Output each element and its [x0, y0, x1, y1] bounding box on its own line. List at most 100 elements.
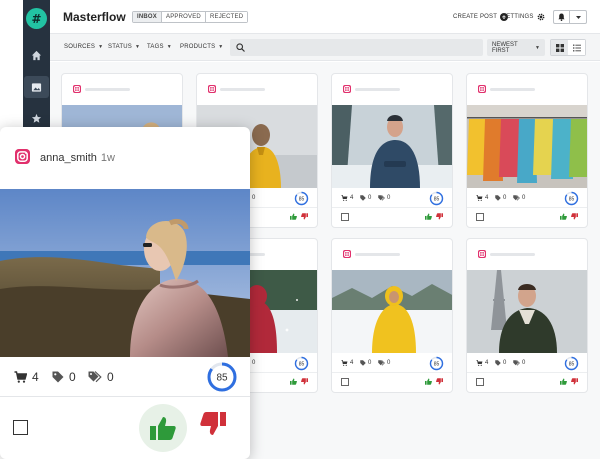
thumbs-up-icon[interactable]: [560, 213, 567, 220]
labels-count[interactable]: 0: [378, 360, 390, 366]
featured-post-header: anna_smith 1w: [0, 127, 250, 189]
filter-sources[interactable]: SOURCES ▼: [64, 44, 103, 50]
tags-icon: [88, 371, 102, 383]
thumbs-up-icon[interactable]: [290, 213, 297, 220]
tags-count[interactable]: 0: [495, 195, 506, 201]
notifications-dropdown[interactable]: [570, 11, 586, 23]
reject-button[interactable]: [200, 412, 226, 436]
score-ring: 85: [429, 356, 444, 371]
thumbs-up-icon[interactable]: [560, 378, 567, 385]
thumbs-up-icon: [150, 417, 176, 440]
score-ring: 85: [564, 356, 579, 371]
products-count[interactable]: 4: [476, 360, 488, 366]
score-ring: 85: [564, 191, 579, 206]
search-input[interactable]: [230, 39, 483, 56]
products-count[interactable]: 4: [476, 195, 488, 201]
post-image[interactable]: [467, 105, 587, 188]
post-card-actions: [467, 373, 587, 392]
labels-count-value: 0: [522, 360, 526, 366]
post-image[interactable]: [332, 270, 452, 353]
sort-select[interactable]: NEWEST FIRST ▼: [487, 39, 545, 56]
tab-rejected[interactable]: REJECTED: [205, 12, 248, 22]
author-placeholder: [220, 88, 265, 91]
post-image[interactable]: [332, 105, 452, 188]
filter-tags[interactable]: TAGS ▼: [147, 44, 172, 50]
products-count[interactable]: 4: [341, 360, 353, 366]
labels-count-value: 0: [252, 195, 256, 201]
list-view-button[interactable]: [568, 40, 585, 55]
labels-count-value: 0: [387, 360, 391, 366]
products-count[interactable]: 4: [14, 370, 39, 384]
products-count-value: 4: [485, 195, 489, 201]
chevron-down-icon: ▼: [134, 44, 141, 50]
thumbs-down-icon[interactable]: [571, 378, 578, 385]
select-checkbox[interactable]: [13, 420, 28, 435]
products-count-value: 4: [350, 360, 354, 366]
tag-icon: [360, 360, 366, 366]
score-value: 85: [216, 373, 228, 384]
products-count[interactable]: 4: [341, 195, 353, 201]
tags-count[interactable]: 0: [360, 195, 371, 201]
filter-status-label: STATUS: [108, 44, 132, 50]
bell-icon: [558, 13, 565, 21]
grid-view-button[interactable]: [551, 40, 568, 55]
score-value: 85: [299, 361, 305, 367]
create-post-button[interactable]: CREATE POST: [453, 13, 509, 21]
featured-post-stats: 4 0 0 85: [0, 357, 250, 397]
select-checkbox[interactable]: [341, 378, 349, 386]
labels-count-value: 0: [522, 195, 526, 201]
labels-count-value: 0: [107, 370, 114, 384]
thumbs-down-icon[interactable]: [436, 378, 443, 385]
tab-inbox[interactable]: INBOX: [133, 12, 163, 22]
thumbs-down-icon[interactable]: [301, 378, 308, 385]
post-card[interactable]: 4 0 0 85: [466, 238, 588, 393]
filter-products[interactable]: PRODUCTS ▼: [180, 44, 223, 50]
tags-count[interactable]: 0: [360, 360, 371, 366]
post-card[interactable]: 4 0 0 85: [331, 73, 453, 228]
tags-count[interactable]: 0: [495, 360, 506, 366]
featured-post-image[interactable]: [0, 189, 250, 357]
post-image[interactable]: [467, 270, 587, 353]
score-ring: 85: [294, 356, 309, 371]
approve-button[interactable]: [139, 404, 187, 452]
tags-icon: [378, 195, 385, 201]
post-card[interactable]: 4 0 0 85: [331, 238, 453, 393]
tags-count[interactable]: 0: [52, 370, 76, 384]
post-card-actions: [332, 208, 452, 227]
chevron-down-icon: ▼: [98, 44, 104, 50]
select-checkbox[interactable]: [341, 213, 349, 221]
sidebar-item-home[interactable]: [24, 44, 49, 66]
select-checkbox[interactable]: [476, 378, 484, 386]
labels-count[interactable]: 0: [513, 360, 525, 366]
home-icon: [31, 50, 42, 60]
sidebar-item-favorites[interactable]: [24, 107, 49, 129]
labels-count[interactable]: 0: [88, 370, 114, 384]
score-value: 85: [299, 196, 305, 202]
post-author[interactable]: anna_smith 1w: [40, 152, 115, 164]
instagram-icon: [15, 149, 30, 164]
labels-count[interactable]: 0: [513, 195, 525, 201]
thumbs-up-icon[interactable]: [290, 378, 297, 385]
featured-post-card[interactable]: anna_smith 1w 4 0 0 85: [0, 127, 250, 459]
settings-button[interactable]: SETTINGS: [502, 13, 545, 21]
tab-approved[interactable]: APPROVED: [162, 12, 206, 22]
status-tabs: INBOX APPROVED REJECTED: [132, 11, 249, 23]
sidebar-item-gallery[interactable]: [24, 76, 49, 98]
thumbs-up-icon[interactable]: [425, 213, 432, 220]
filter-status[interactable]: STATUS ▼: [108, 44, 140, 50]
notifications-group: [553, 10, 587, 24]
tags-count-value: 0: [69, 370, 76, 384]
thumbs-down-icon[interactable]: [571, 213, 578, 220]
labels-count[interactable]: 0: [378, 195, 390, 201]
products-count-value: 4: [485, 360, 489, 366]
thumbs-down-icon[interactable]: [436, 213, 443, 220]
score-value: 85: [434, 361, 440, 367]
post-card[interactable]: 4 0 0 85: [466, 73, 588, 228]
thumbs-up-icon[interactable]: [425, 378, 432, 385]
thumbs-down-icon[interactable]: [301, 213, 308, 220]
notifications-button[interactable]: [554, 11, 570, 23]
grid-view-icon: [555, 43, 564, 52]
app-logo[interactable]: #: [26, 8, 47, 29]
select-checkbox[interactable]: [476, 213, 484, 221]
tags-icon: [513, 195, 520, 201]
